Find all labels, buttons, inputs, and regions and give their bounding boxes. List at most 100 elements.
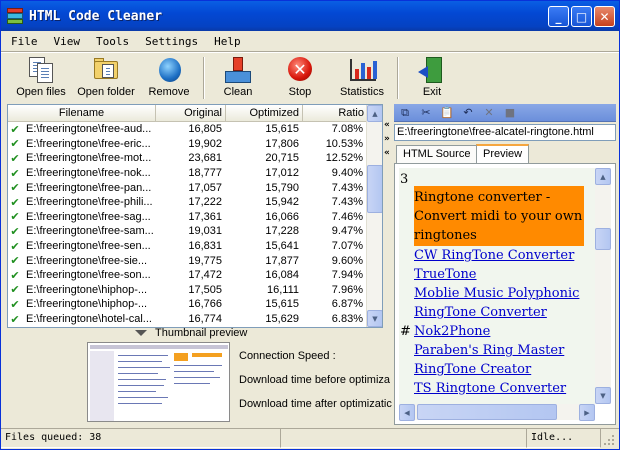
open-files-button[interactable]: Open files: [13, 55, 69, 101]
stop-button[interactable]: ✕ Stop: [273, 55, 327, 101]
preview-link[interactable]: RingTone Converter: [414, 305, 547, 320]
clean-button[interactable]: Clean: [211, 55, 265, 101]
open-folder-button[interactable]: Open folder: [75, 55, 137, 101]
collapse-left-icon[interactable]: «: [384, 148, 390, 158]
cell-optimized: 16,066: [265, 210, 299, 223]
tab-html-source[interactable]: HTML Source: [396, 145, 478, 163]
expand-right-icon[interactable]: »: [384, 134, 390, 144]
collapse-triangle-icon[interactable]: [135, 330, 147, 336]
menu-view[interactable]: View: [48, 35, 91, 48]
preview-link[interactable]: RingTone Creator: [414, 362, 531, 377]
exit-button[interactable]: Exit: [405, 55, 459, 101]
column-header-original[interactable]: Original: [156, 105, 226, 122]
cell-ratio: 10.53%: [325, 137, 363, 150]
table-row[interactable]: ✔ E:\freeringtone\free-eric... 19,902 17,80…: [8, 137, 368, 152]
preview-pane: 3 Ringtone converter - Convert midi to y…: [394, 163, 616, 425]
table-row[interactable]: ✔ E:\freeringtone\free-pan... 17,057 15,790…: [8, 180, 368, 195]
preview-link[interactable]: CW RingTone Converter: [414, 248, 574, 263]
resize-grip-icon[interactable]: [601, 429, 617, 448]
thumbnail-header[interactable]: Thumbnail preview: [135, 327, 247, 339]
scroll-down-icon[interactable]: ▼: [595, 387, 611, 404]
statistics-button[interactable]: Statistics: [335, 55, 389, 101]
cell-ratio: 9.40%: [331, 167, 363, 180]
close-button[interactable]: ✕: [594, 6, 615, 27]
thumbnail-title: Thumbnail preview: [155, 327, 248, 339]
table-row[interactable]: ✔ E:\freeringtone\free-son... 17,472 16,084…: [8, 268, 368, 283]
table-row[interactable]: ✔ E:\freeringtone\free-sam... 19,031 17,228…: [8, 224, 368, 239]
menu-settings[interactable]: Settings: [139, 35, 208, 48]
square-icon[interactable]: ■: [501, 105, 519, 121]
cell-original: 17,361: [188, 210, 222, 223]
table-row[interactable]: ✔ E:\freeringtone\free-mot... 23,681 20,715…: [8, 151, 368, 166]
table-row[interactable]: ✔ E:\freeringtone\hiphop-... 17,505 16,111 7…: [8, 283, 368, 298]
paste-icon[interactable]: 📋: [438, 105, 456, 121]
editor-toolbar: ⧉ ✂ 📋 ↶ ✕ ■: [394, 104, 616, 122]
menu-tools[interactable]: Tools: [90, 35, 139, 48]
preview-vscrollbar[interactable]: ▲ ▼: [595, 168, 611, 404]
scroll-up-icon[interactable]: ▲: [595, 168, 611, 185]
file-list-scrollbar[interactable]: ▲ ▼: [366, 105, 382, 327]
download-before-label: Download time before optimiza: [239, 374, 391, 386]
column-header-filename[interactable]: Filename: [8, 105, 156, 122]
cell-original: 17,505: [188, 283, 222, 296]
cell-optimized: 17,806: [265, 137, 299, 150]
preview-link[interactable]: Moblie Music Polyphonic: [414, 286, 579, 301]
table-row[interactable]: ✔ E:\freeringtone\free-phili... 17,222 15,9…: [8, 195, 368, 210]
open-files-label: Open files: [16, 86, 66, 98]
app-window: HTML Code Cleaner _ □ ✕ File View Tools …: [0, 0, 620, 450]
panel-splitter[interactable]: « » «: [383, 104, 393, 326]
menu-help[interactable]: Help: [208, 35, 251, 48]
delete-icon[interactable]: ✕: [480, 105, 498, 121]
cell-ratio: 7.96%: [331, 283, 363, 296]
cell-ratio: 9.47%: [331, 225, 363, 238]
stop-label: Stop: [288, 86, 312, 98]
cell-filename: E:\freeringtone\free-sen...: [26, 240, 151, 253]
preview-link[interactable]: Nok2Phone: [414, 324, 490, 339]
preview-hscrollbar[interactable]: ◀ ▶: [399, 404, 595, 421]
table-row[interactable]: ✔ E:\freeringtone\free-aud... 16,805 15,615…: [8, 122, 368, 137]
maximize-button[interactable]: □: [571, 6, 592, 27]
statistics-label: Statistics: [339, 86, 384, 98]
remove-button[interactable]: Remove: [141, 55, 197, 101]
preview-link[interactable]: TS Ringtone Converter: [414, 381, 566, 396]
check-icon: ✔: [10, 312, 20, 326]
cell-ratio: 7.08%: [331, 123, 363, 136]
table-row[interactable]: ✔ E:\freeringtone\free-nok... 18,777 17,012…: [8, 166, 368, 181]
table-row[interactable]: ✔ E:\freeringtone\hiphop-... 16,766 15,615 6…: [8, 297, 368, 312]
menu-file[interactable]: File: [5, 35, 48, 48]
preview-content[interactable]: 3 Ringtone converter - Convert midi to y…: [399, 168, 595, 404]
status-middle: [281, 429, 527, 448]
tab-preview[interactable]: Preview: [476, 144, 530, 163]
preview-link[interactable]: TrueTone: [414, 267, 477, 282]
undo-icon[interactable]: ↶: [459, 105, 477, 121]
minimize-button[interactable]: _: [548, 6, 569, 27]
cell-original: 17,472: [188, 269, 222, 282]
cell-filename: E:\freeringtone\free-mot...: [26, 152, 152, 165]
column-header-ratio[interactable]: Ratio: [303, 105, 367, 122]
table-row[interactable]: ✔ E:\freeringtone\free-sen... 16,831 15,641…: [8, 239, 368, 254]
file-path-field[interactable]: E:\freeringtone\free-alcatel-ringtone.ht…: [394, 124, 616, 141]
cell-optimized: 16,111: [266, 283, 299, 296]
column-header-optimized[interactable]: Optimized: [226, 105, 303, 122]
scroll-thumb[interactable]: [595, 228, 611, 250]
file-list[interactable]: Filename Original Optimized Ratio ✔ E:\fr…: [7, 104, 383, 328]
main-toolbar: Open files Open folder Remove Clean ✕ St…: [1, 53, 619, 101]
table-row[interactable]: ✔ E:\freeringtone\hotel-cal... 16,774 15,62…: [8, 312, 368, 327]
scroll-thumb[interactable]: [367, 165, 382, 213]
copy-icon[interactable]: ⧉: [396, 105, 414, 121]
table-row[interactable]: ✔ E:\freeringtone\free-sie... 19,775 17,877…: [8, 253, 368, 268]
scroll-left-icon[interactable]: ◀: [399, 404, 415, 421]
scroll-up-icon[interactable]: ▲: [367, 105, 382, 122]
cell-ratio: 7.94%: [331, 269, 363, 282]
preview-marker: 3: [400, 172, 409, 187]
cut-icon[interactable]: ✂: [417, 105, 435, 121]
preview-link[interactable]: Paraben's Ring Master: [414, 343, 564, 358]
collapse-left-icon[interactable]: «: [384, 120, 390, 130]
title-bar[interactable]: HTML Code Cleaner _ □ ✕: [1, 1, 619, 31]
scroll-down-icon[interactable]: ▼: [367, 310, 382, 327]
app-icon: [7, 8, 23, 24]
scroll-right-icon[interactable]: ▶: [579, 404, 595, 421]
table-row[interactable]: ✔ E:\freeringtone\free-sag... 17,361 16,066…: [8, 210, 368, 225]
scroll-thumb[interactable]: [417, 404, 557, 420]
toolbar-separator: [203, 57, 205, 99]
